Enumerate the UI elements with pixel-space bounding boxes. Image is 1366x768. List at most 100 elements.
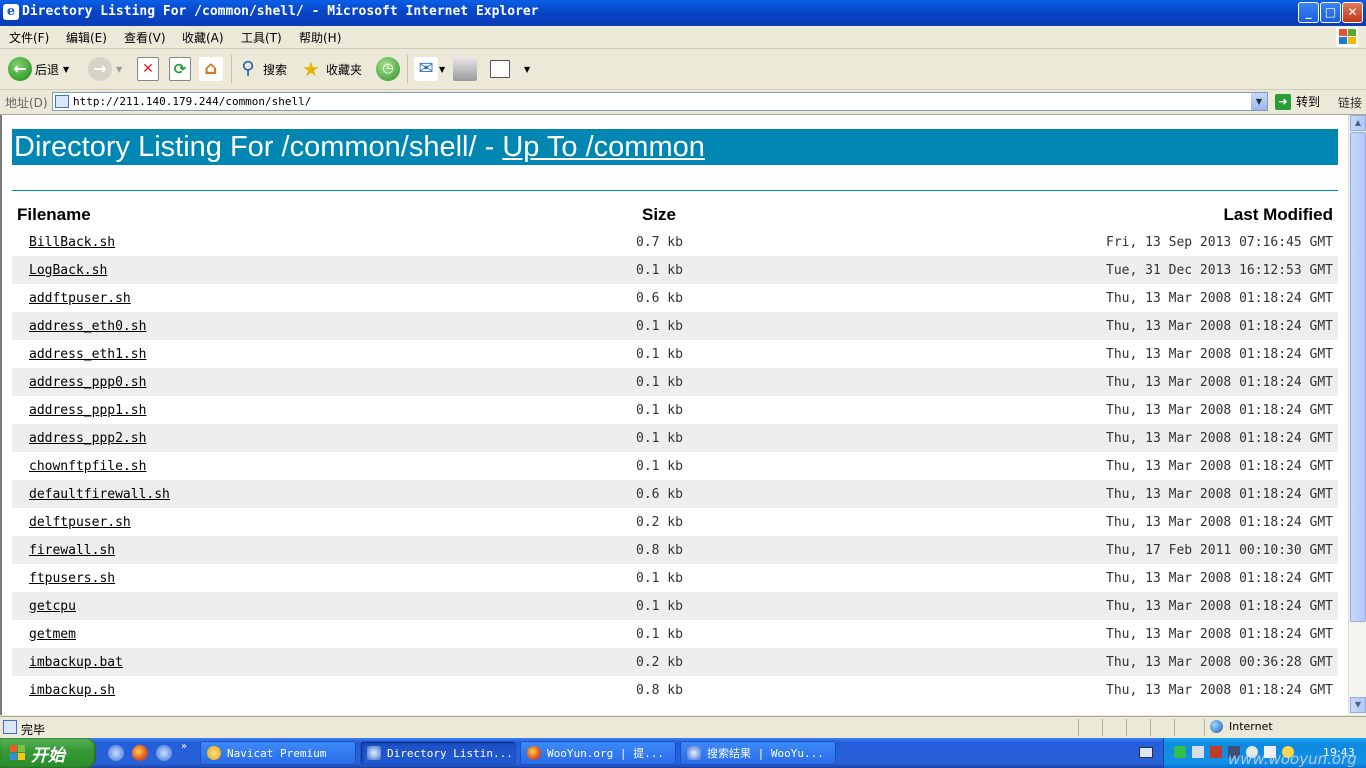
forward-dropdown-icon[interactable]: ▼ [116,65,122,74]
task-label: WooYun.org | 提... [547,747,664,760]
file-modified: Thu, 13 Mar 2008 01:18:24 GMT [1106,626,1333,642]
search-button[interactable]: ⚲ 搜索 [236,55,287,83]
quicklaunch-more-icon[interactable]: » [181,741,187,752]
edit-dropdown-icon[interactable]: ▼ [524,65,530,74]
links-button[interactable]: 链接 [1338,94,1362,111]
cell-size: 0.8 kb [549,536,769,564]
cell-size: 0.6 kb [549,284,769,312]
maximize-button[interactable]: □ [1320,2,1341,23]
menu-view[interactable]: 查看(V) [124,29,166,46]
print-button[interactable] [453,55,477,83]
task-search-results[interactable]: 搜索结果 | WooYu... [680,741,836,765]
menu-tools[interactable]: 工具(T) [241,29,282,46]
ie-icon[interactable] [156,745,172,761]
file-link[interactable]: defaultfirewall.sh [29,487,170,502]
task-directory-listing[interactable]: Directory Listin... [360,741,516,765]
file-link[interactable]: address_eth1.sh [29,347,146,362]
up-link[interactable]: Up To /common [502,131,705,163]
stop-button[interactable]: ✕ [137,55,159,83]
back-button[interactable]: ← 后退 ▼ [8,55,69,83]
back-arrow-icon: ← [8,57,32,81]
status-divider [1102,719,1103,736]
file-link[interactable]: delftpuser.sh [29,515,131,530]
network-icon[interactable] [1174,746,1186,758]
back-dropdown-icon[interactable]: ▼ [63,65,69,74]
back-label: 后退 [35,62,60,77]
minimize-button[interactable]: _ [1298,2,1319,23]
edit-button[interactable]: ▼ [490,55,530,83]
menu-edit[interactable]: 编辑(E) [66,29,107,46]
vertical-scrollbar[interactable]: ▲ ▼ [1348,115,1366,715]
table-row: BillBack.sh 0.7 kb Fri, 13 Sep 2013 07:16:… [12,228,1338,256]
scroll-down-icon[interactable]: ▼ [1350,697,1366,713]
page-viewport: Directory Listing For /common/shell/ - U… [0,115,1348,715]
menu-favorites[interactable]: 收藏(A) [182,29,224,46]
navicat-icon [207,746,221,760]
scrollbar-thumb[interactable] [1350,132,1366,622]
cell-size: 0.8 kb [549,676,769,704]
cell-size: 0.1 kb [549,620,769,648]
file-link[interactable]: BillBack.sh [29,235,115,250]
tray-app-icon[interactable] [1210,746,1222,758]
cell-filename: imbackup.sh [12,676,549,704]
address-dropdown-icon[interactable]: ▼ [1251,93,1267,110]
cell-size: 0.1 kb [549,564,769,592]
file-link[interactable]: address_ppp2.sh [29,431,146,446]
menu-help[interactable]: 帮助(H) [299,29,341,46]
mail-button[interactable]: ✉ ▼ [414,55,445,83]
address-input[interactable] [73,94,1243,109]
table-row: defaultfirewall.sh 0.6 kb Thu, 13 Mar 2008… [12,480,1338,508]
cell-filename: LogBack.sh [12,256,549,284]
file-link[interactable]: address_ppp1.sh [29,403,146,418]
page-done-icon [3,720,17,734]
file-size: 0.2 kb [636,654,683,670]
file-link[interactable]: addftpuser.sh [29,291,131,306]
stop-icon: ✕ [137,57,159,81]
file-link[interactable]: ftpusers.sh [29,571,115,586]
file-size: 0.6 kb [636,486,683,502]
file-link[interactable]: address_eth0.sh [29,319,146,334]
printer-icon [453,57,477,81]
file-link[interactable]: imbackup.sh [29,683,115,698]
file-link[interactable]: imbackup.bat [29,655,123,670]
firefox-icon[interactable] [132,745,148,761]
keyboard-icon[interactable] [1139,747,1153,758]
favorites-button[interactable]: ★ 收藏夹 [299,55,362,83]
cell-size: 0.1 kb [549,312,769,340]
task-wooyun[interactable]: WooYun.org | 提... [520,741,676,765]
file-link[interactable]: getmem [29,627,76,642]
menu-file[interactable]: 文件(F) [9,29,49,46]
forward-button[interactable]: → ▼ [88,55,122,83]
ie-icon[interactable] [108,745,124,761]
task-label: 搜索结果 | WooYu... [707,747,824,760]
file-modified: Thu, 13 Mar 2008 01:18:24 GMT [1106,402,1333,418]
home-button[interactable]: ⌂ [199,55,223,83]
start-button[interactable]: 开始 [0,738,96,768]
ie-icon [367,746,381,760]
refresh-button[interactable]: ⟳ [169,55,191,83]
file-link[interactable]: getcpu [29,599,76,614]
scroll-up-icon[interactable]: ▲ [1350,115,1366,131]
close-button[interactable]: ✕ [1342,2,1363,23]
address-bar: 地址(D) ▼ ➜ 转到 链接 [0,90,1366,115]
history-button[interactable]: ◷ [376,55,400,83]
toolbar: ← 后退 ▼ → ▼ ✕ ⟳ ⌂ ⚲ 搜索 ★ 收藏夹 ◷ ✉ ▼ ▼ [0,49,1366,90]
task-navicat[interactable]: Navicat Premium [200,741,356,765]
address-box[interactable]: ▼ [52,92,1268,111]
file-link[interactable]: chownftpfile.sh [29,459,146,474]
go-button[interactable]: ➜ 转到 [1275,93,1320,110]
file-link[interactable]: LogBack.sh [29,263,107,278]
table-row: imbackup.sh 0.8 kb Thu, 13 Mar 2008 01:18:… [12,676,1338,704]
mail-dropdown-icon[interactable]: ▼ [439,65,445,74]
cell-filename: address_eth1.sh [12,340,549,368]
zone-label: Internet [1229,720,1273,733]
ie-icon [687,746,701,760]
table-row: address_ppp1.sh 0.1 kb Thu, 13 Mar 2008 01… [12,396,1338,424]
security-zone[interactable]: Internet [1210,720,1273,733]
file-link[interactable]: firewall.sh [29,543,115,558]
file-link[interactable]: address_ppp0.sh [29,375,146,390]
tray-app-icon[interactable] [1192,746,1204,758]
file-modified: Thu, 13 Mar 2008 01:18:24 GMT [1106,514,1333,530]
firefox-icon [527,746,541,760]
cell-size: 0.1 kb [549,368,769,396]
